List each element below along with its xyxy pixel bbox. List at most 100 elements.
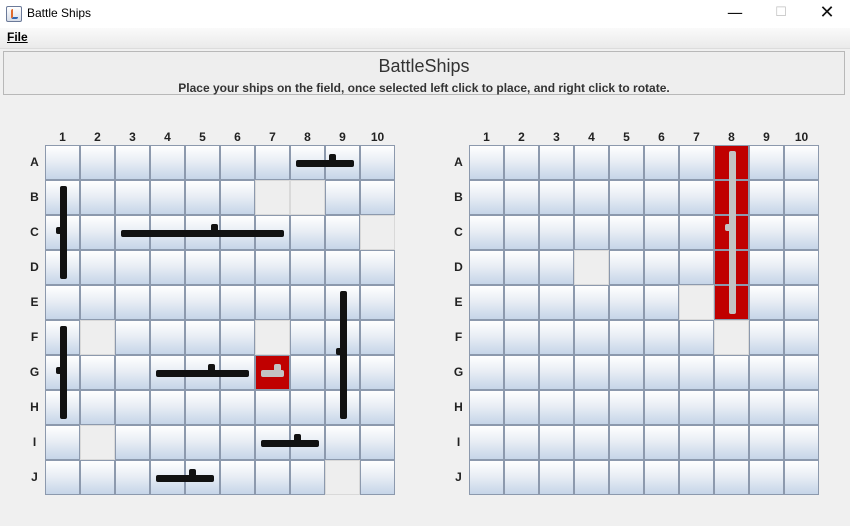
player-cell-I1[interactable] <box>45 425 80 460</box>
enemy-cell-J10[interactable] <box>784 460 819 495</box>
enemy-cell-F2[interactable] <box>504 320 539 355</box>
enemy-cell-H8[interactable] <box>714 390 749 425</box>
enemy-cell-F1[interactable] <box>469 320 504 355</box>
enemy-cell-E3[interactable] <box>539 285 574 320</box>
enemy-cell-H9[interactable] <box>749 390 784 425</box>
player-cell-E4[interactable] <box>150 285 185 320</box>
player-cell-I6[interactable] <box>220 425 255 460</box>
enemy-cell-H2[interactable] <box>504 390 539 425</box>
enemy-cell-J3[interactable] <box>539 460 574 495</box>
enemy-cell-A10[interactable] <box>784 145 819 180</box>
enemy-cell-B6[interactable] <box>644 180 679 215</box>
enemy-cell-C4[interactable] <box>574 215 609 250</box>
enemy-cell-G6[interactable] <box>644 355 679 390</box>
enemy-cell-J5[interactable] <box>609 460 644 495</box>
player-cell-G2[interactable] <box>80 355 115 390</box>
enemy-cell-J7[interactable] <box>679 460 714 495</box>
player-cell-F5[interactable] <box>185 320 220 355</box>
player-cell-B8[interactable] <box>290 180 325 215</box>
player-cell-C9[interactable] <box>325 215 360 250</box>
player-cell-F3[interactable] <box>115 320 150 355</box>
player-cell-E6[interactable] <box>220 285 255 320</box>
enemy-cell-E6[interactable] <box>644 285 679 320</box>
enemy-cell-D2[interactable] <box>504 250 539 285</box>
player-ship-carrier[interactable] <box>115 215 290 250</box>
maximize-button[interactable]: ☐ <box>758 0 804 28</box>
enemy-cell-C10[interactable] <box>784 215 819 250</box>
player-cell-J1[interactable] <box>45 460 80 495</box>
player-cell-A2[interactable] <box>80 145 115 180</box>
enemy-cell-F8[interactable] <box>714 320 749 355</box>
player-cell-H10[interactable] <box>360 390 395 425</box>
player-ship-battleship[interactable] <box>45 180 80 285</box>
enemy-cell-E7[interactable] <box>679 285 714 320</box>
enemy-cell-A3[interactable] <box>539 145 574 180</box>
enemy-cell-F7[interactable] <box>679 320 714 355</box>
enemy-cell-F9[interactable] <box>749 320 784 355</box>
enemy-cell-D3[interactable] <box>539 250 574 285</box>
enemy-cell-E9[interactable] <box>749 285 784 320</box>
enemy-cell-G1[interactable] <box>469 355 504 390</box>
player-cell-B2[interactable] <box>80 180 115 215</box>
enemy-cell-H10[interactable] <box>784 390 819 425</box>
enemy-cell-E2[interactable] <box>504 285 539 320</box>
enemy-cell-B10[interactable] <box>784 180 819 215</box>
enemy-cell-A6[interactable] <box>644 145 679 180</box>
player-cell-E7[interactable] <box>255 285 290 320</box>
player-cell-H5[interactable] <box>185 390 220 425</box>
enemy-cell-G7[interactable] <box>679 355 714 390</box>
player-cell-E8[interactable] <box>290 285 325 320</box>
enemy-cell-F10[interactable] <box>784 320 819 355</box>
player-cell-B6[interactable] <box>220 180 255 215</box>
enemy-cell-H4[interactable] <box>574 390 609 425</box>
enemy-cell-A2[interactable] <box>504 145 539 180</box>
enemy-cell-F6[interactable] <box>644 320 679 355</box>
player-cell-A6[interactable] <box>220 145 255 180</box>
enemy-cell-A1[interactable] <box>469 145 504 180</box>
player-cell-E5[interactable] <box>185 285 220 320</box>
enemy-cell-C7[interactable] <box>679 215 714 250</box>
player-cell-D10[interactable] <box>360 250 395 285</box>
enemy-cell-D1[interactable] <box>469 250 504 285</box>
enemy-cell-C9[interactable] <box>749 215 784 250</box>
player-cell-E1[interactable] <box>45 285 80 320</box>
player-ship-cruiser[interactable] <box>325 285 360 425</box>
enemy-cell-I8[interactable] <box>714 425 749 460</box>
player-cell-B3[interactable] <box>115 180 150 215</box>
enemy-cell-D7[interactable] <box>679 250 714 285</box>
player-cell-G10[interactable] <box>360 355 395 390</box>
player-cell-J2[interactable] <box>80 460 115 495</box>
player-ship-cruiser-2[interactable] <box>150 355 255 390</box>
enemy-cell-C6[interactable] <box>644 215 679 250</box>
player-cell-F6[interactable] <box>220 320 255 355</box>
player-cell-A3[interactable] <box>115 145 150 180</box>
player-ship-destroyer[interactable] <box>290 145 360 180</box>
player-cell-I5[interactable] <box>185 425 220 460</box>
enemy-cell-A9[interactable] <box>749 145 784 180</box>
player-cell-I9[interactable] <box>325 425 360 460</box>
enemy-cell-G5[interactable] <box>609 355 644 390</box>
player-cell-D3[interactable] <box>115 250 150 285</box>
enemy-cell-D10[interactable] <box>784 250 819 285</box>
player-cell-J10[interactable] <box>360 460 395 495</box>
enemy-cell-G8[interactable] <box>714 355 749 390</box>
enemy-cell-E1[interactable] <box>469 285 504 320</box>
enemy-cell-C3[interactable] <box>539 215 574 250</box>
enemy-cell-G10[interactable] <box>784 355 819 390</box>
player-cell-I10[interactable] <box>360 425 395 460</box>
enemy-cell-A7[interactable] <box>679 145 714 180</box>
enemy-cell-J4[interactable] <box>574 460 609 495</box>
enemy-cell-I4[interactable] <box>574 425 609 460</box>
enemy-cell-J6[interactable] <box>644 460 679 495</box>
enemy-cell-I2[interactable] <box>504 425 539 460</box>
enemy-cell-I3[interactable] <box>539 425 574 460</box>
player-cell-E3[interactable] <box>115 285 150 320</box>
player-ship-cruiser-2-hit-part[interactable] <box>255 355 290 390</box>
enemy-cell-J9[interactable] <box>749 460 784 495</box>
enemy-cell-H7[interactable] <box>679 390 714 425</box>
enemy-cell-B3[interactable] <box>539 180 574 215</box>
enemy-cell-H5[interactable] <box>609 390 644 425</box>
enemy-cell-D6[interactable] <box>644 250 679 285</box>
player-cell-B4[interactable] <box>150 180 185 215</box>
player-cell-F4[interactable] <box>150 320 185 355</box>
